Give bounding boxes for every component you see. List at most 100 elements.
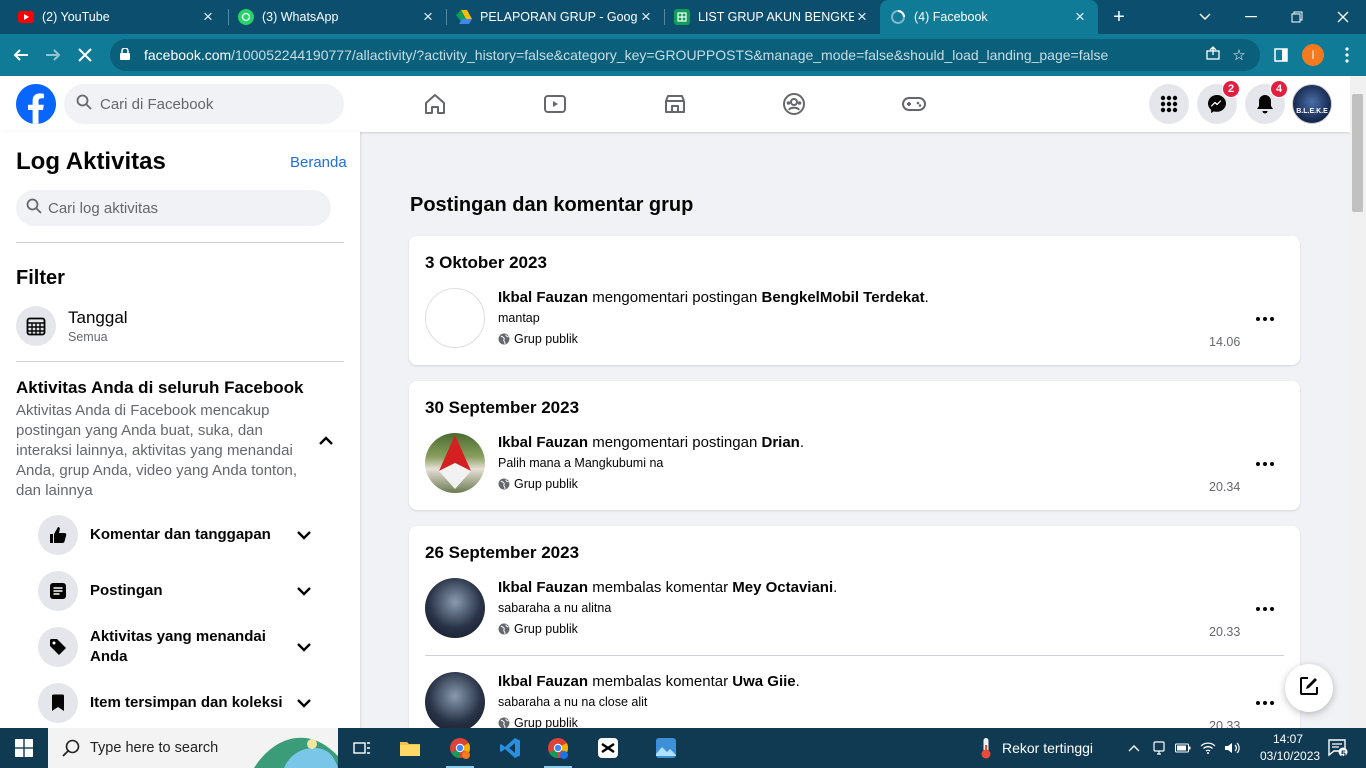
date-filter[interactable]: Tanggal Semua [16, 304, 344, 348]
bookmark-star-icon[interactable]: ☆ [1226, 46, 1252, 64]
task-view-icon[interactable] [338, 728, 386, 768]
close-tab-icon[interactable]: × [200, 7, 216, 27]
address-bar[interactable]: facebook.com/100052244190777/allactivity… [110, 39, 1260, 71]
entry-time: 14.06 [1209, 335, 1241, 349]
menu-grid-icon[interactable] [1149, 84, 1189, 124]
category-comments-reactions[interactable]: Komentar dan tanggapan [38, 515, 338, 555]
edit-icon [1299, 676, 1319, 701]
chevron-up-icon[interactable] [314, 428, 338, 452]
vscode-icon[interactable] [486, 728, 534, 768]
close-tab-icon[interactable]: × [638, 7, 654, 27]
home-link[interactable]: Beranda [290, 154, 347, 171]
category-tagged-activity[interactable]: Aktivitas yang menandai Anda [38, 627, 338, 667]
nav-groups-icon[interactable] [774, 90, 814, 118]
battery-icon[interactable] [1172, 728, 1194, 768]
close-window-button[interactable] [1320, 0, 1366, 34]
browser-profile-avatar[interactable]: I [1302, 44, 1324, 66]
chevron-down-icon[interactable] [294, 581, 314, 601]
profile-avatar[interactable]: B.L.E.K.E [1292, 84, 1332, 124]
activity-log-search-box[interactable] [16, 190, 331, 226]
entry-thumbnail[interactable] [425, 578, 485, 638]
forward-button[interactable] [40, 42, 66, 68]
entry-thumbnail[interactable] [425, 672, 485, 732]
facebook-logo-icon[interactable] [16, 84, 56, 124]
nav-home-icon[interactable] [415, 90, 455, 118]
photos-icon[interactable] [642, 728, 690, 768]
entry-target: Uwa Giie [732, 673, 796, 690]
chrome-profile-icon[interactable] [534, 728, 582, 768]
more-options-icon[interactable] [1253, 597, 1277, 621]
loading-icon [890, 9, 906, 25]
nav-video-icon[interactable] [535, 90, 575, 118]
globe-icon [498, 623, 510, 635]
category-saved-items[interactable]: Item tersimpan dan koleksi [38, 683, 338, 723]
taskbar-search-box[interactable]: Type here to search [48, 728, 338, 768]
tab-google-drive[interactable]: PELAPORAN GRUP - Google × [446, 0, 664, 34]
capcut-icon[interactable] [584, 728, 632, 768]
close-tab-icon[interactable]: × [420, 7, 436, 27]
entry-thumbnail[interactable] [425, 288, 485, 348]
more-options-icon[interactable] [1253, 307, 1277, 331]
search-icon [26, 198, 42, 219]
globe-icon [498, 333, 510, 345]
weather-widget[interactable]: Rekor tertinggi [980, 728, 1093, 768]
system-clock[interactable]: 14:07 03/10/2023 [1260, 731, 1321, 765]
nav-gaming-icon[interactable] [894, 90, 934, 118]
back-button[interactable] [8, 42, 34, 68]
activity-entry[interactable]: Ikbal Fauzan mengomentari postingan Beng… [425, 288, 1285, 360]
entry-action: mengomentari postingan [592, 434, 758, 451]
scrollbar-thumb[interactable] [1352, 94, 1363, 212]
close-tab-icon[interactable]: × [1072, 7, 1088, 27]
entry-target: Mey Octaviani [732, 579, 834, 596]
chrome-icon[interactable] [436, 728, 484, 768]
tab-facebook[interactable]: (4) Facebook × [880, 0, 1098, 34]
new-tab-button[interactable]: + [1100, 0, 1138, 34]
tab-title: (2) YouTube [42, 10, 110, 24]
activity-entry[interactable]: Ikbal Fauzan mengomentari postingan Dria… [425, 433, 1285, 505]
meet-now-icon[interactable] [1148, 728, 1170, 768]
activity-log-search-input[interactable] [48, 199, 308, 217]
wifi-icon[interactable] [1196, 728, 1220, 768]
stop-loading-button[interactable] [72, 42, 98, 68]
date-filter-label: Tanggal [68, 308, 128, 327]
share-icon[interactable] [1200, 46, 1226, 64]
close-tab-icon[interactable]: × [854, 7, 870, 27]
activity-date: 30 September 2023 [425, 398, 580, 417]
file-explorer-icon[interactable] [386, 728, 434, 768]
facebook-search-input[interactable] [100, 95, 320, 113]
chevron-down-icon[interactable] [294, 637, 314, 657]
privacy-label: Grup publik [514, 622, 578, 636]
activity-log-sidebar: Log Aktivitas Beranda Filter Tanggal Sem… [0, 132, 360, 728]
more-options-icon[interactable] [1253, 452, 1277, 476]
tab-search-icon[interactable] [1182, 0, 1228, 34]
taskbar-search-placeholder: Type here to search [90, 740, 219, 756]
chevron-down-icon[interactable] [294, 525, 314, 545]
minimize-button[interactable] [1228, 0, 1274, 34]
activity-entry[interactable]: Ikbal Fauzan membalas komentar Mey Octav… [425, 578, 1285, 650]
activity-day-card: 26 September 2023 Ikbal Fauzan membalas … [409, 526, 1300, 756]
messenger-badge: 2 [1222, 80, 1240, 98]
side-panel-icon[interactable] [1268, 42, 1294, 68]
browser-menu-icon[interactable] [1334, 42, 1360, 68]
tab-title: PELAPORAN GRUP - Google [480, 10, 638, 24]
nav-marketplace-icon[interactable] [655, 90, 695, 118]
compose-message-button[interactable] [1285, 664, 1333, 712]
entry-text: sabaraha a nu na close alit [498, 695, 648, 709]
tab-google-sheets[interactable]: LIST GRUP AKUN BENGKEL M × [664, 0, 880, 34]
entry-thumbnail[interactable] [425, 433, 485, 493]
notification-center-icon[interactable]: 5 [1320, 728, 1356, 768]
facebook-search-box[interactable] [64, 84, 344, 124]
url-text[interactable]: facebook.com/100052244190777/allactivity… [144, 47, 1200, 63]
show-hidden-icons-icon[interactable] [1124, 728, 1144, 768]
tab-youtube[interactable]: (2) YouTube × [8, 0, 226, 34]
more-options-icon[interactable] [1253, 691, 1277, 715]
volume-icon[interactable] [1220, 728, 1244, 768]
chevron-down-icon[interactable] [294, 693, 314, 713]
lock-icon[interactable] [120, 46, 136, 63]
entry-privacy: Grup publik [498, 332, 578, 346]
windows-start-icon[interactable] [0, 728, 48, 768]
category-posts[interactable]: Postingan [38, 571, 338, 611]
restore-button[interactable] [1274, 0, 1320, 34]
clock-date: 03/10/2023 [1260, 749, 1321, 763]
tab-whatsapp[interactable]: (3) WhatsApp × [228, 0, 446, 34]
